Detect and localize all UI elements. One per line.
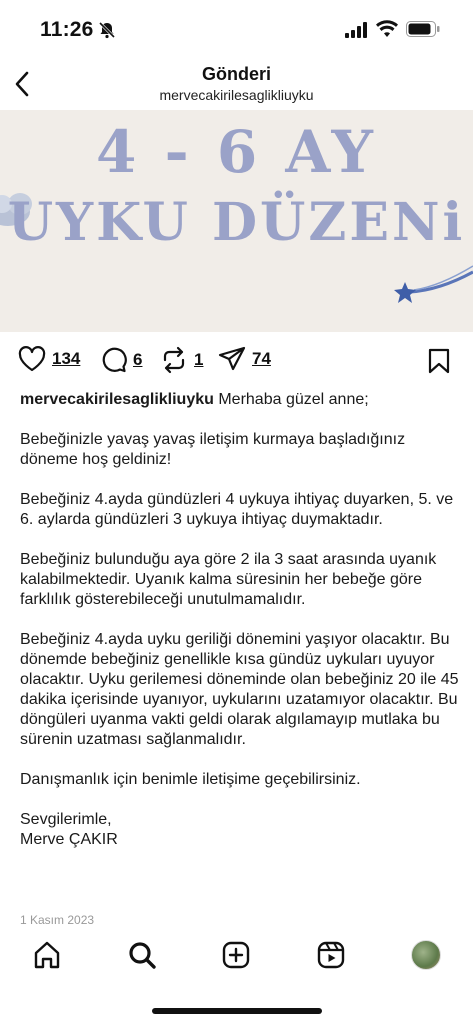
status-time: 11:26 — [40, 18, 94, 41]
like-button[interactable]: 134 — [18, 346, 80, 372]
avatar — [411, 940, 441, 970]
caption-paragraph: Bebeğiniz 4.ayda uyku geriliği dönemini … — [20, 631, 459, 748]
heart-icon — [18, 346, 46, 372]
nav-home-button[interactable] — [30, 938, 64, 972]
repost-icon — [163, 346, 185, 374]
comment-button[interactable]: 6 — [100, 346, 142, 373]
post-image[interactable]: 4 - 6 AY UYKU DÜZENi — [0, 110, 473, 332]
repost-button[interactable]: 1 — [160, 346, 203, 374]
plus-square-icon — [222, 941, 250, 969]
battery-icon — [406, 21, 440, 42]
nav-profile-button[interactable] — [409, 938, 443, 972]
post-date: 1 Kasım 2023 — [20, 913, 95, 927]
caption-intro: mervecakirilesaglikliuyku Merhaba güzel … — [20, 390, 460, 410]
header-username[interactable]: mervecakirilesaglikliuyku — [0, 87, 473, 103]
reels-icon — [317, 941, 345, 969]
send-icon — [218, 346, 246, 371]
page-title: Gönderi — [201, 64, 271, 84]
post-caption: mervecakirilesaglikliuyku Merhaba güzel … — [20, 390, 460, 850]
wifi-icon — [376, 20, 398, 43]
comment-icon — [102, 347, 127, 373]
bookmark-icon — [428, 348, 450, 374]
search-icon — [129, 942, 156, 969]
caption-greeting: Merhaba güzel anne; — [213, 391, 369, 408]
like-count[interactable]: 134 — [52, 349, 80, 369]
caption-paragraph: Danışmanlık için benimle iletişime geçeb… — [20, 771, 361, 788]
post-actions: 134 6 1 74 — [0, 340, 473, 384]
shooting-star-illustration — [394, 265, 473, 303]
repost-count[interactable]: 1 — [194, 350, 203, 370]
bottom-nav — [0, 928, 473, 1024]
status-bar: 11:26 — [0, 0, 473, 60]
post-header: Gönderi mervecakirilesaglikliuyku — [0, 60, 473, 110]
cellular-signal-icon — [345, 22, 369, 43]
nav-search-button[interactable] — [125, 938, 159, 972]
home-icon — [34, 941, 60, 969]
caption-paragraph: Bebeğiniz bulunduğu aya göre 2 ila 3 saa… — [20, 551, 437, 608]
save-button[interactable] — [428, 348, 450, 374]
caption-signature: Merve ÇAKIR — [20, 831, 118, 848]
caption-paragraph: Bebeğinizle yavaş yavaş iletişim kurmaya… — [20, 431, 406, 468]
post-image-title-line2: UYKU DÜZENi — [7, 192, 466, 253]
home-indicator[interactable] — [152, 1008, 322, 1014]
nav-create-button[interactable] — [219, 938, 253, 972]
bell-off-icon — [98, 21, 116, 44]
comment-count[interactable]: 6 — [133, 350, 142, 370]
caption-paragraph: Bebeğiniz 4.ayda gündüzleri 4 uykuya iht… — [20, 491, 454, 528]
share-count[interactable]: 74 — [252, 349, 271, 369]
caption-signoff: Sevgilerimle, — [20, 811, 112, 828]
caption-username[interactable]: mervecakirilesaglikliuyku — [20, 391, 214, 408]
share-button[interactable]: 74 — [218, 346, 271, 372]
post-image-title-line1: 4 - 6 AY — [96, 118, 377, 186]
nav-reels-button[interactable] — [314, 938, 348, 972]
